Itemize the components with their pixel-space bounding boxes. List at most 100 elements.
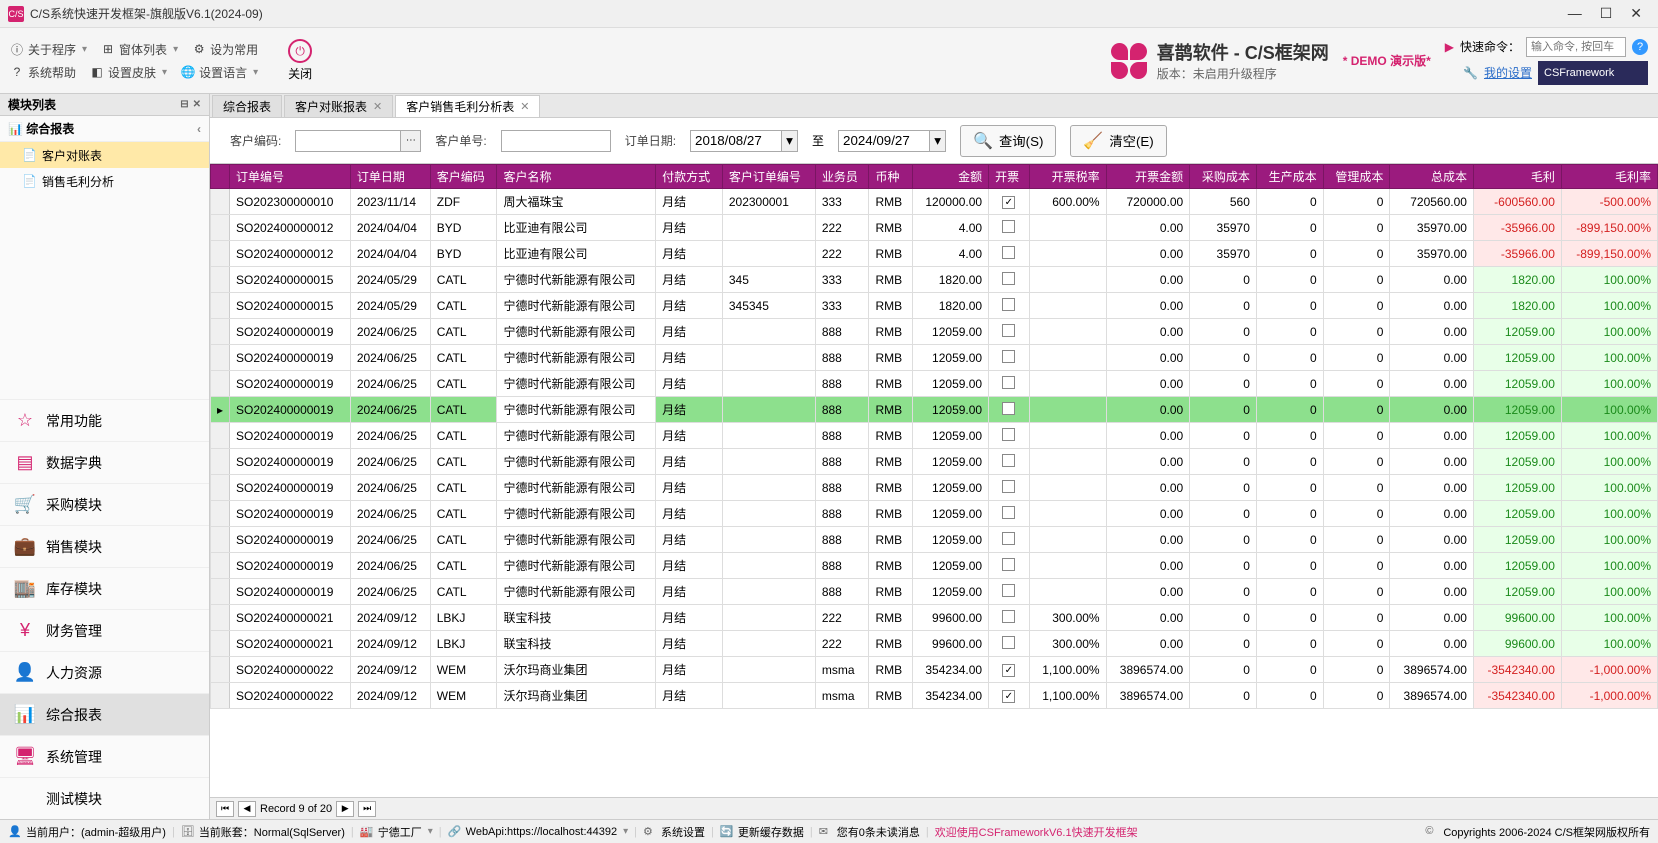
webapi-status[interactable]: 🔗WebApi:https://localhost:44392	[448, 825, 628, 839]
module-item[interactable]: 📊综合报表	[0, 693, 209, 735]
invoice-checkbox[interactable]	[1002, 454, 1015, 467]
cust-code-input[interactable]	[295, 130, 401, 152]
table-row[interactable]: SO2024000000192024/06/25CATL宁德时代新能源有限公司月…	[211, 501, 1658, 527]
close-panel-icon[interactable]: ✕	[193, 99, 201, 110]
query-button[interactable]: 🔍查询(S)	[960, 125, 1056, 157]
module-item[interactable]: 👤人力资源	[0, 651, 209, 693]
invoice-checkbox[interactable]	[1002, 480, 1015, 493]
module-item[interactable]: 🖥系统管理	[0, 735, 209, 777]
date-from-input[interactable]	[690, 130, 782, 152]
table-row[interactable]: SO2024000000192024/06/25CATL宁德时代新能源有限公司月…	[211, 345, 1658, 371]
column-header[interactable]: 开票金额	[1106, 165, 1190, 189]
tab[interactable]: 客户销售毛利分析表✕	[395, 95, 540, 117]
invoice-checkbox[interactable]	[1002, 690, 1015, 703]
factory-selector[interactable]: 🏭宁德工厂	[360, 824, 433, 840]
invoice-checkbox[interactable]	[1002, 584, 1015, 597]
column-header[interactable]: 业务员	[815, 165, 869, 189]
table-row[interactable]: ▸SO2024000000192024/06/25CATL宁德时代新能源有限公司…	[211, 397, 1658, 423]
tab-close-icon[interactable]: ✕	[373, 100, 382, 113]
module-item[interactable]: 💼销售模块	[0, 525, 209, 567]
column-header[interactable]: 客户订单编号	[722, 165, 815, 189]
cust-code-lookup-button[interactable]: ⋯	[401, 130, 421, 152]
table-row[interactable]: SO2024000000212024/09/12LBKJ联宝科技月结222RMB…	[211, 631, 1658, 657]
close-tab-button[interactable]: ⏻ 关闭	[288, 39, 312, 82]
date-to-input[interactable]	[838, 130, 930, 152]
invoice-checkbox[interactable]	[1002, 610, 1015, 623]
column-header[interactable]: 币种	[869, 165, 912, 189]
table-row[interactable]: SO2024000000222024/09/12WEM沃尔玛商业集团月结msma…	[211, 683, 1658, 709]
invoice-checkbox[interactable]	[1002, 558, 1015, 571]
column-header[interactable]: 付款方式	[656, 165, 723, 189]
set-skin-menu[interactable]: ◧设置皮肤	[90, 64, 167, 81]
column-header[interactable]: 金额	[912, 165, 988, 189]
table-row[interactable]: SO2023000000102023/11/14ZDF周大福珠宝月结202300…	[211, 189, 1658, 215]
invoice-checkbox[interactable]	[1002, 428, 1015, 441]
set-common-button[interactable]: ⚙设为常用	[192, 41, 258, 58]
module-item[interactable]: 🛒采购模块	[0, 483, 209, 525]
table-row[interactable]: SO2024000000152024/05/29CATL宁德时代新能源有限公司月…	[211, 293, 1658, 319]
invoice-checkbox[interactable]	[1002, 350, 1015, 363]
system-help-button[interactable]: ?系统帮助	[10, 64, 76, 81]
unread-messages[interactable]: ✉您有0条未读消息	[819, 824, 920, 840]
close-window-button[interactable]: ✕	[1630, 5, 1642, 22]
invoice-checkbox[interactable]	[1002, 298, 1015, 311]
invoice-checkbox[interactable]	[1002, 324, 1015, 337]
column-header[interactable]: 客户名称	[497, 165, 656, 189]
my-settings-link[interactable]: 我的设置	[1484, 64, 1532, 81]
table-row[interactable]: SO2024000000122024/04/04BYD比亚迪有限公司月结222R…	[211, 215, 1658, 241]
system-config-link[interactable]: ⚙系统设置	[643, 824, 705, 840]
data-grid[interactable]: 订单编号订单日期客户编码客户名称付款方式客户订单编号业务员币种金额开票开票税率开…	[210, 164, 1658, 797]
tab-close-icon[interactable]: ✕	[520, 100, 529, 113]
invoice-checkbox[interactable]	[1002, 246, 1015, 259]
column-header[interactable]: 总成本	[1390, 165, 1474, 189]
module-item[interactable]: ▤数据字典	[0, 441, 209, 483]
module-item[interactable]: 🏬库存模块	[0, 567, 209, 609]
column-header[interactable]: 毛利	[1473, 165, 1561, 189]
table-row[interactable]: SO2024000000152024/05/29CATL宁德时代新能源有限公司月…	[211, 267, 1658, 293]
nav-next-button[interactable]: ▶	[336, 801, 354, 817]
table-row[interactable]: SO2024000000192024/06/25CATL宁德时代新能源有限公司月…	[211, 319, 1658, 345]
table-row[interactable]: SO2024000000192024/06/25CATL宁德时代新能源有限公司月…	[211, 449, 1658, 475]
nav-prev-button[interactable]: ◀	[238, 801, 256, 817]
table-row[interactable]: SO2024000000192024/06/25CATL宁德时代新能源有限公司月…	[211, 527, 1658, 553]
invoice-checkbox[interactable]	[1002, 196, 1015, 209]
table-row[interactable]: SO2024000000122024/04/04BYD比亚迪有限公司月结222R…	[211, 241, 1658, 267]
column-header[interactable]: 客户编码	[430, 165, 497, 189]
invoice-checkbox[interactable]	[1002, 636, 1015, 649]
invoice-checkbox[interactable]	[1002, 220, 1015, 233]
date-from-dropdown[interactable]: ▾	[782, 130, 798, 152]
column-header[interactable]: 开票	[989, 165, 1029, 189]
column-header[interactable]: 生产成本	[1256, 165, 1323, 189]
column-header[interactable]: 开票税率	[1029, 165, 1106, 189]
invoice-checkbox[interactable]	[1002, 664, 1015, 677]
invoice-checkbox[interactable]	[1002, 376, 1015, 389]
invoice-checkbox[interactable]	[1002, 402, 1015, 415]
column-header[interactable]: 订单编号	[230, 165, 351, 189]
invoice-checkbox[interactable]	[1002, 272, 1015, 285]
module-item[interactable]: ☆常用功能	[0, 399, 209, 441]
maximize-button[interactable]: ☐	[1600, 5, 1613, 22]
column-header[interactable]: 订单日期	[350, 165, 430, 189]
table-row[interactable]: SO2024000000192024/06/25CATL宁德时代新能源有限公司月…	[211, 579, 1658, 605]
nav-last-button[interactable]: ⏭	[358, 801, 376, 817]
quick-help-icon[interactable]: ?	[1632, 39, 1648, 55]
about-menu[interactable]: ⓘ关于程序	[10, 41, 87, 58]
module-item[interactable]: 测试模块	[0, 777, 209, 819]
cust-no-input[interactable]	[501, 130, 611, 152]
clear-button[interactable]: 🧹清空(E)	[1070, 125, 1166, 157]
nav-first-button[interactable]: ⏮	[216, 801, 234, 817]
tab[interactable]: 客户对账报表✕	[284, 95, 393, 117]
table-row[interactable]: SO2024000000192024/06/25CATL宁德时代新能源有限公司月…	[211, 371, 1658, 397]
module-item[interactable]: ¥财务管理	[0, 609, 209, 651]
tree-section-title[interactable]: 📊 综合报表 ‹	[0, 116, 209, 142]
refresh-cache-link[interactable]: 🔄更新缓存数据	[720, 824, 804, 840]
table-row[interactable]: SO2024000000192024/06/25CATL宁德时代新能源有限公司月…	[211, 553, 1658, 579]
column-header[interactable]: 管理成本	[1323, 165, 1390, 189]
date-to-dropdown[interactable]: ▾	[930, 130, 946, 152]
quick-command-input[interactable]	[1526, 37, 1626, 57]
column-header[interactable]: 采购成本	[1190, 165, 1257, 189]
tree-item[interactable]: 📄客户对账表	[0, 142, 209, 168]
table-row[interactable]: SO2024000000192024/06/25CATL宁德时代新能源有限公司月…	[211, 423, 1658, 449]
table-row[interactable]: SO2024000000222024/09/12WEM沃尔玛商业集团月结msma…	[211, 657, 1658, 683]
table-row[interactable]: SO2024000000192024/06/25CATL宁德时代新能源有限公司月…	[211, 475, 1658, 501]
